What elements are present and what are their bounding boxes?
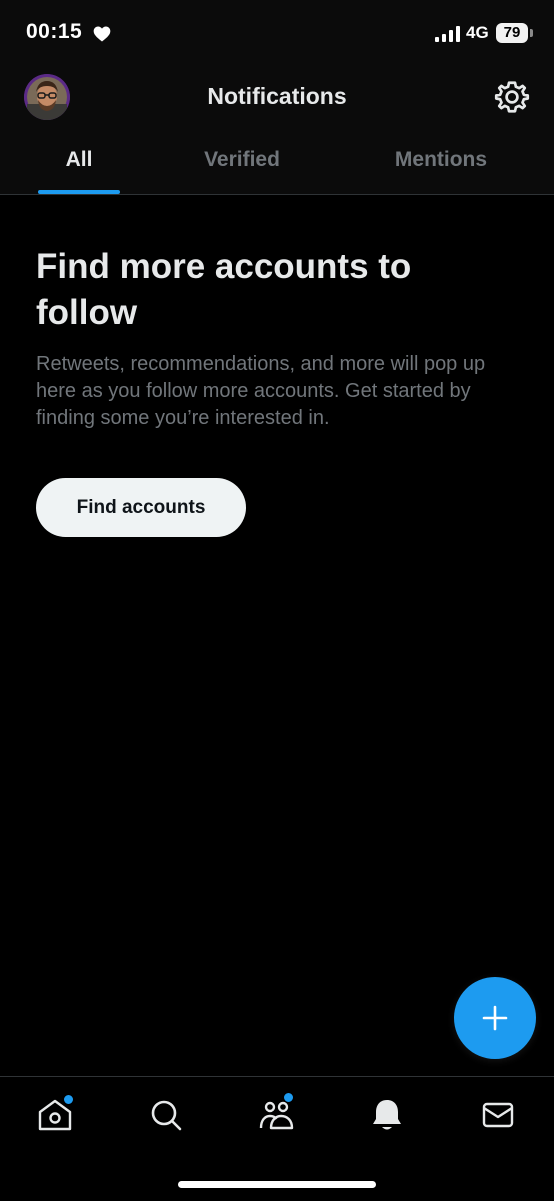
heart-icon [93,26,111,42]
tab-mentions[interactable]: Mentions [370,148,512,172]
page-title: Notifications [207,83,347,109]
home-indicator [178,1181,376,1188]
status-time: 00:15 [26,20,83,43]
envelope-icon [482,1102,514,1128]
bottom-nav [0,1076,554,1201]
empty-state-title: Find more accounts to follow [36,247,412,332]
active-tab-indicator [38,190,120,194]
search-icon [151,1100,182,1131]
nav-search[interactable] [146,1095,186,1135]
header: Notifications [0,66,554,130]
status-bar: 00:15 4G 79 [0,0,554,66]
compose-button[interactable] [454,977,536,1059]
nav-messages[interactable] [478,1095,518,1135]
tab-all[interactable]: All [38,148,120,172]
home-badge [63,1094,74,1105]
nav-home[interactable] [35,1094,75,1135]
tab-bar: All Verified Mentions [0,130,554,195]
nav-communities[interactable] [257,1092,297,1135]
tab-verified[interactable]: Verified [176,148,308,172]
communities-badge [283,1092,294,1103]
battery-tip [530,29,533,37]
find-accounts-button[interactable]: Find accounts [36,478,246,537]
empty-state-description: Retweets, recommendations, and more will… [36,353,486,429]
signal-icon [435,26,460,42]
gear-icon[interactable] [494,79,530,115]
nav-notifications[interactable] [367,1095,407,1135]
bell-icon [373,1100,401,1130]
plus-icon [482,1005,508,1031]
network-type: 4G [466,23,489,42]
battery-icon: 79 [496,23,528,43]
